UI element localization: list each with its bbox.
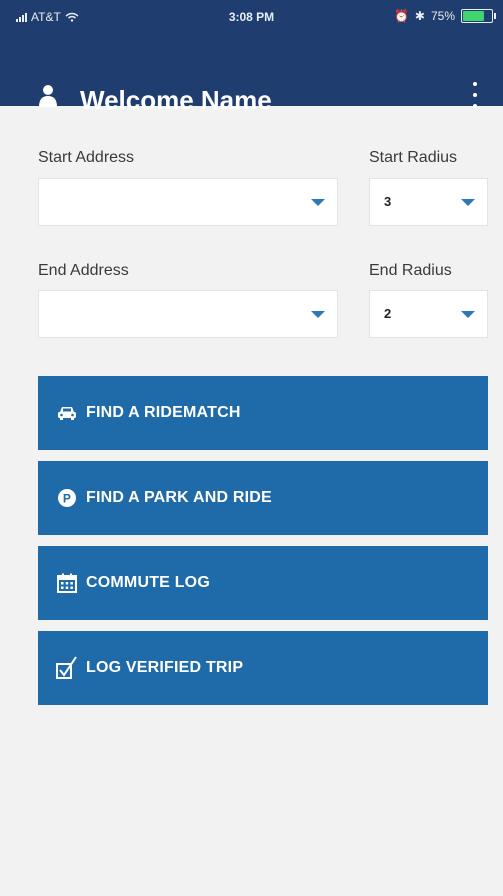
commute-log-button[interactable]: COMMUTE LOG [38,546,488,620]
page-title: Welcome Name [80,85,272,115]
commute-log-label: COMMUTE LOG [86,574,210,591]
battery-fill [463,11,484,21]
battery-label: 75% [430,9,455,23]
parking-icon: P [56,487,78,509]
status-right: ⏰ ✱ 75% [393,9,496,23]
end-radius-label: End Radius [369,262,452,279]
svg-text:P: P [63,492,71,506]
more-vertical-icon[interactable] [471,82,479,108]
alarm-icon: ⏰ [393,9,409,23]
end-radius-select[interactable]: 2 [369,290,488,338]
calendar-icon [56,572,78,594]
end-address-select[interactable] [38,290,338,338]
start-radius-value: 3 [384,194,392,209]
checkbox-icon [56,656,78,679]
bluetooth-icon: ✱ [414,9,425,23]
log-verified-trip-button[interactable]: LOG VERIFIED TRIP [38,631,488,705]
car-icon [56,402,78,424]
find-park-and-ride-button[interactable]: P FIND A PARK AND RIDE [38,461,488,535]
user-icon [39,85,57,107]
end-address-label: End Address [38,262,129,279]
find-ridematch-label: FIND A RIDEMATCH [86,404,241,421]
chevron-down-icon [461,199,475,206]
start-radius-select[interactable]: 3 [369,178,488,226]
chevron-down-icon [461,311,475,318]
find-ridematch-button[interactable]: FIND A RIDEMATCH [38,376,488,450]
chevron-down-icon [311,311,325,318]
log-verified-trip-label: LOG VERIFIED TRIP [86,659,244,676]
find-park-and-ride-label: FIND A PARK AND RIDE [86,489,272,506]
start-address-label: Start Address [38,149,135,166]
chevron-down-icon [311,199,325,206]
battery-icon [461,9,496,23]
status-bar: AT&T 3:08 PM ⏰ ✱ 75% [0,0,503,30]
end-radius-value: 2 [384,306,392,321]
start-address-select[interactable] [38,178,338,226]
start-radius-label: Start Radius [369,149,458,166]
